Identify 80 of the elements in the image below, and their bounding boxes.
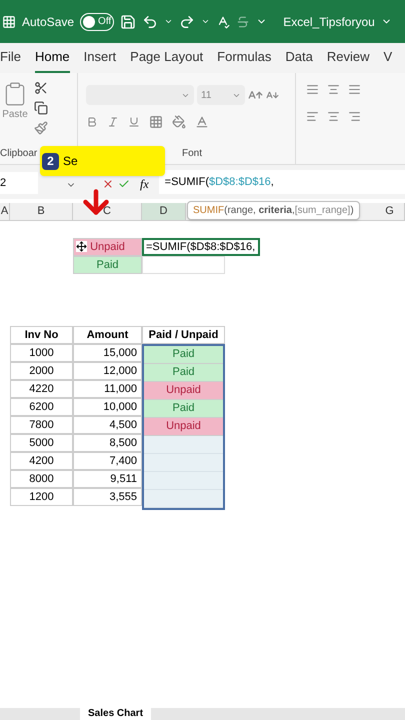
- ribbon-tab[interactable]: Formulas: [217, 46, 272, 73]
- middle-align-icon[interactable]: [327, 83, 340, 96]
- status-cell: Unpaid: [144, 418, 223, 436]
- table-cell: Unpaid: [73, 238, 142, 256]
- format-painter-icon[interactable]: [34, 121, 48, 135]
- table-cell: 2000: [10, 362, 73, 380]
- ribbon-tab[interactable]: Page Layout: [130, 46, 204, 73]
- function-label[interactable]: fx: [140, 177, 149, 191]
- group-label: Font: [182, 147, 204, 161]
- function-tooltip: SUMIF(range, criteria,[sum_range]): [187, 201, 360, 220]
- table-cell: 1200: [10, 488, 73, 506]
- table-cell: 8,500: [73, 434, 142, 452]
- top-align-icon[interactable]: [306, 83, 319, 96]
- align-center-icon[interactable]: [327, 110, 340, 123]
- file-name[interactable]: Excel_Tipsforyou: [283, 12, 375, 30]
- redo-icon[interactable]: [179, 14, 196, 30]
- table-cell: 12,000: [73, 362, 142, 380]
- fill-color-icon[interactable]: [172, 115, 186, 129]
- align-right-icon[interactable]: [348, 110, 361, 123]
- table-cell: 10,000: [73, 398, 142, 416]
- sheet-tab[interactable]: Sales Chart: [80, 708, 152, 720]
- ribbon-tab[interactable]: Review: [326, 46, 370, 73]
- enter-icon[interactable]: [118, 178, 130, 190]
- app-menu-icon[interactable]: [2, 14, 16, 28]
- bold-icon[interactable]: [86, 116, 98, 128]
- callout-text: Se: [63, 153, 78, 170]
- group-label: Clipboar: [0, 147, 38, 161]
- italic-icon[interactable]: [107, 116, 119, 128]
- ribbon-tab[interactable]: File: [0, 46, 21, 73]
- table-cell: 8000: [10, 470, 73, 488]
- table-cell: 6200: [10, 398, 73, 416]
- align-left-icon[interactable]: [306, 110, 319, 123]
- bottom-align-icon[interactable]: [348, 83, 361, 96]
- column-heading: Paid / Unpaid: [142, 326, 225, 344]
- copy-icon[interactable]: [34, 101, 48, 115]
- table-cell: 4,500: [73, 416, 142, 434]
- editing-cell[interactable]: =SUMIF($D$8:$D$16,: [142, 238, 260, 256]
- save-icon[interactable]: [120, 14, 136, 30]
- status-cell: Paid: [144, 346, 223, 364]
- status-cell: Unpaid: [144, 382, 223, 400]
- table-cell: 7800: [10, 416, 73, 434]
- redo-dropdown-icon[interactable]: [201, 17, 210, 26]
- name-box[interactable]: 2: [0, 172, 38, 194]
- font-name-field[interactable]: [86, 85, 194, 105]
- column-heading: Inv No: [10, 326, 73, 344]
- cut-icon[interactable]: [34, 81, 48, 95]
- cancel-icon[interactable]: [102, 178, 114, 190]
- status-cell: Paid: [144, 364, 223, 382]
- font-color-icon[interactable]: [195, 115, 209, 129]
- borders-icon[interactable]: [149, 115, 163, 129]
- autosave-toggle[interactable]: Off: [80, 12, 114, 30]
- ribbon-tab[interactable]: V: [383, 46, 392, 73]
- spelling-icon[interactable]: [216, 14, 230, 28]
- table-cell: 4220: [10, 380, 73, 398]
- selected-range[interactable]: Paid Paid Unpaid Paid Unpaid: [142, 344, 225, 510]
- column-heading: Amount: [73, 326, 142, 344]
- status-cell: Paid: [144, 400, 223, 418]
- table-cell: 9,511: [73, 470, 142, 488]
- column-header[interactable]: G: [375, 203, 405, 220]
- table-cell: 4200: [10, 452, 73, 470]
- table-cell: 7,400: [73, 452, 142, 470]
- formula-field[interactable]: =SUMIF($D$8:$D$16,: [158, 170, 405, 194]
- table-cell: 15,000: [73, 344, 142, 362]
- table-cell: 1000: [10, 344, 73, 362]
- step-number: 2: [42, 152, 59, 170]
- cursor-icon: [76, 241, 87, 252]
- autosave-label: AutoSave: [22, 14, 74, 30]
- underline-icon[interactable]: [128, 116, 140, 128]
- undo-dropdown-icon[interactable]: [164, 17, 174, 26]
- table-cell: 3,555: [73, 488, 142, 506]
- table-cell: 5000: [10, 434, 73, 452]
- undo-icon[interactable]: [142, 14, 158, 30]
- column-header[interactable]: B: [10, 203, 73, 220]
- paste-label: Paste: [2, 108, 28, 122]
- table-cell: Paid: [73, 256, 142, 274]
- table-cell: 11,000: [73, 380, 142, 398]
- ribbon-tab[interactable]: Data: [285, 46, 313, 73]
- column-header[interactable]: D: [142, 203, 186, 220]
- column-header[interactable]: A: [0, 203, 10, 220]
- ribbon-tab[interactable]: Insert: [84, 46, 116, 73]
